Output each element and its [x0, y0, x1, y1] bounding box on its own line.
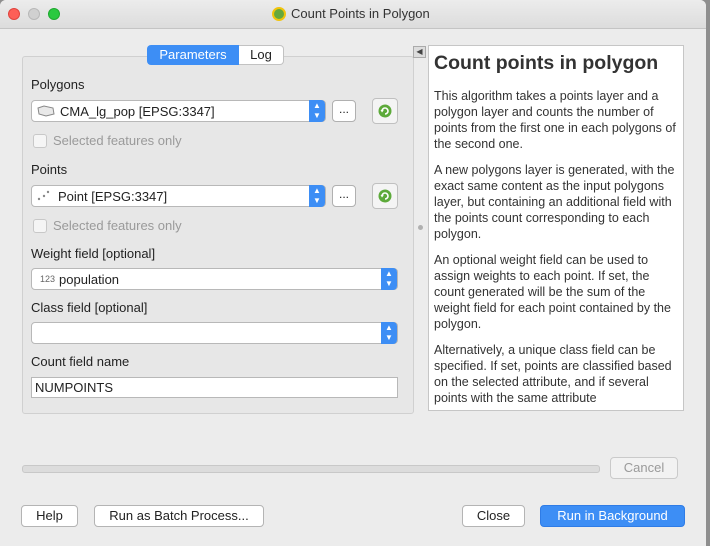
polygons-iterate-button[interactable]: [372, 98, 398, 124]
refresh-icon: [378, 104, 392, 118]
splitter-handle[interactable]: [418, 225, 423, 230]
points-browse-button[interactable]: ...: [332, 185, 356, 207]
help-button[interactable]: Help: [21, 505, 78, 527]
weight-field-label: Weight field [optional]: [31, 246, 156, 261]
point-layer-icon: [36, 190, 52, 202]
progress-bar: [22, 465, 600, 473]
polygon-layer-icon: [36, 105, 56, 117]
polygons-selected-only-label: Selected features only: [53, 133, 182, 148]
weight-field-value: population: [59, 271, 120, 287]
polygons-browse-button[interactable]: ...: [332, 100, 356, 122]
window-title: Count Points in Polygon: [272, 6, 430, 21]
weight-field-select[interactable]: 123 population ▲ ▼: [31, 268, 398, 290]
class-field-select[interactable]: ▲ ▼: [31, 322, 398, 344]
help-paragraph: Alternatively, a unique class field can …: [434, 343, 672, 405]
points-selected-only-label: Selected features only: [53, 218, 182, 233]
chevron-updown-icon: ▲ ▼: [309, 185, 325, 207]
run-batch-button[interactable]: Run as Batch Process...: [94, 505, 264, 527]
window-title-text: Count Points in Polygon: [291, 6, 430, 21]
collapse-help-button[interactable]: ◀: [413, 46, 426, 58]
refresh-icon: [378, 189, 392, 203]
tab-log[interactable]: Log: [239, 45, 284, 65]
count-field-input[interactable]: NUMPOINTS: [31, 377, 398, 398]
polygons-layer-select[interactable]: CMA_lg_pop [EPSG:3347] ▲ ▼: [31, 100, 326, 122]
polygons-selected-only-checkbox[interactable]: Selected features only: [33, 133, 182, 148]
chevron-updown-icon: ▲ ▼: [381, 322, 397, 344]
title-bar: Count Points in Polygon: [0, 0, 706, 29]
help-panel: Count points in polygon This algorithm t…: [428, 45, 684, 411]
qgis-logo-icon: [272, 6, 286, 21]
help-paragraph: A new polygons layer is generated, with …: [434, 163, 675, 241]
polygons-label: Polygons: [31, 77, 85, 92]
minimize-window-button[interactable]: [28, 8, 40, 20]
checkbox-box: [33, 133, 47, 148]
help-title: Count points in polygon: [434, 52, 659, 74]
cancel-button[interactable]: Cancel: [610, 457, 678, 479]
run-in-background-button[interactable]: Run in Background: [540, 505, 685, 527]
points-layer-select[interactable]: Point [EPSG:3347] ▲ ▼: [31, 185, 326, 207]
tab-parameters[interactable]: Parameters: [147, 45, 239, 65]
numeric-field-icon: 123: [40, 274, 56, 284]
count-field-label: Count field name: [31, 354, 130, 369]
zoom-window-button[interactable]: [48, 8, 60, 20]
points-iterate-button[interactable]: [372, 183, 398, 209]
polygons-layer-value: CMA_lg_pop [EPSG:3347]: [60, 103, 215, 119]
help-paragraph: This algorithm takes a points layer and …: [434, 89, 676, 151]
tab-bar: Parameters Log: [147, 45, 284, 65]
chevron-updown-icon: ▲ ▼: [309, 100, 325, 122]
points-selected-only-checkbox[interactable]: Selected features only: [33, 218, 182, 233]
close-window-button[interactable]: [8, 8, 20, 20]
help-paragraph: An optional weight field can be used to …: [434, 253, 671, 331]
close-button[interactable]: Close: [462, 505, 525, 527]
points-layer-value: Point [EPSG:3347]: [58, 188, 168, 204]
chevron-updown-icon: ▲ ▼: [381, 268, 397, 290]
checkbox-box: [33, 218, 47, 233]
points-label: Points: [31, 162, 68, 177]
dialog-window: Count Points in Polygon Parameters Log P…: [0, 0, 706, 546]
class-field-label: Class field [optional]: [31, 300, 148, 315]
